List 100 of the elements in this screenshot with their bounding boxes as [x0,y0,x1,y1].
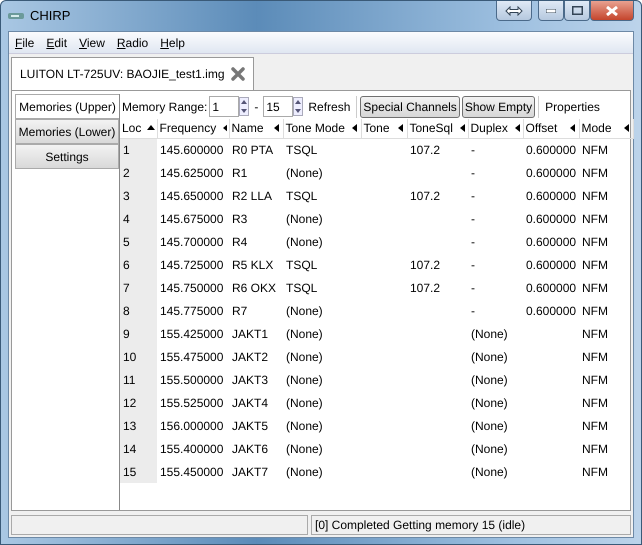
close-button[interactable] [590,1,634,21]
table-cell: 11 [123,372,136,386]
table-cell: - [471,280,475,294]
table-cell: (None) [471,418,508,432]
table-cell: - [471,166,475,180]
table-cell: R1 [232,166,248,180]
table-cell: 0.600000 [526,280,576,294]
minimize-button[interactable] [538,1,564,21]
menu-item[interactable]: Radio [110,34,154,52]
table-cell: 155.425000 [160,326,224,340]
table-cell: 107.2 [410,258,440,272]
side-tab[interactable]: Settings [15,144,119,169]
column-header[interactable]: Tone [364,119,390,138]
table-cell: 0.600000 [526,188,576,202]
table-cell: (None) [286,372,323,386]
special-channels-button[interactable]: Special Channels [360,96,460,118]
sort-left-icon[interactable] [350,124,358,132]
table-cell: 107.2 [410,188,440,202]
table-cell: - [471,258,475,272]
table-cell: NFM [582,234,608,248]
table-cell: NFM [582,326,608,340]
column-header[interactable]: Tone Mode [286,119,345,138]
table-cell: 107.2 [410,280,440,294]
table-cell: R7 [232,304,248,318]
table-cell: NFM [582,464,608,478]
table-cell: TSQL [286,188,318,202]
minimize-icon [546,8,556,12]
column-header[interactable]: Mode [582,119,612,138]
spin-arrows-icon[interactable] [239,97,250,116]
table-cell: JAKT4 [232,396,268,410]
table-cell: (None) [286,166,323,180]
table-cell: 155.500000 [160,372,224,386]
table-cell: (None) [471,372,508,386]
table-cell: JAKT5 [232,418,268,432]
table-cell: JAKT2 [232,350,268,364]
table-cell: JAKT7 [232,464,268,478]
sort-left-icon[interactable] [458,124,466,132]
table-cell: NFM [582,418,608,432]
table-cell: JAKT1 [232,326,268,340]
side-tab[interactable]: Memories (Upper) [15,94,119,119]
properties-button[interactable]: Properties [542,96,603,116]
table-cell: 155.475000 [160,350,224,364]
table-cell: 145.600000 [160,142,224,157]
menu-item[interactable]: Help [154,34,191,52]
menu-item[interactable]: View [73,34,111,52]
range-separator: - [253,98,260,116]
maximize-button[interactable] [564,1,590,21]
sort-left-icon[interactable] [222,124,226,132]
sort-left-icon[interactable] [568,124,576,132]
column-header[interactable]: Frequency [160,119,216,138]
table-cell: 107.2 [410,142,440,157]
table-cell: NFM [582,372,608,386]
spin-field[interactable]: 1 [209,96,240,117]
resize-button[interactable] [496,1,532,21]
column-header[interactable]: Loc [122,119,142,138]
table-cell: 7 [123,280,130,294]
table-cell: (None) [286,212,323,226]
table-cell: 155.450000 [160,464,224,478]
show-empty-button[interactable]: Show Empty [462,96,536,118]
table-cell: (None) [286,442,323,456]
sort-left-icon[interactable] [514,124,520,132]
table-cell: - [471,304,475,318]
table-cell: 145.750000 [160,280,224,294]
table-cell: (None) [286,304,323,318]
table-cell: 10 [123,350,136,364]
file-tab[interactable]: LUITON LT-725UV: BAOJIE_test1.img [11,57,254,90]
table-cell: 0.600000 [526,212,576,226]
sort-left-icon[interactable] [396,124,404,132]
table-cell: R2 LLA [232,188,272,202]
close-icon[interactable] [230,67,245,81]
refresh-button[interactable]: Refresh [305,96,354,116]
close-icon [606,6,618,16]
column-header[interactable]: Name [232,119,264,138]
side-tab[interactable]: Memories (Lower) [15,119,119,144]
menu-item[interactable]: File [9,34,40,52]
column-header[interactable]: Duplex [470,119,508,138]
range-label: Memory Range: [122,98,208,116]
sort-left-icon[interactable] [622,124,630,132]
table-cell: - [471,142,475,157]
table-cell: 6 [123,258,130,272]
table-cell: 9 [123,326,130,340]
sort-up-icon[interactable] [147,124,154,132]
table-cell: NFM [582,280,608,294]
table-cell: (None) [471,326,508,340]
column-header[interactable]: Offset [526,119,558,138]
spin-arrows-icon[interactable] [293,97,304,116]
double-arrow-icon [505,6,523,16]
table-cell: 12 [123,396,136,410]
table-cell: R0 PTA [232,142,274,157]
table-cell: NFM [582,212,608,226]
table-cell: 156.000000 [160,418,224,432]
window-title: CHIRP [30,7,70,26]
table-cell: JAKT3 [232,372,268,386]
table-cell: - [471,234,475,248]
sort-left-icon[interactable] [272,124,280,132]
table-cell: R5 KLX [232,258,274,272]
spin-field[interactable]: 15 [263,96,294,117]
menu-item[interactable]: Edit [40,34,74,52]
column-header[interactable]: ToneSql [410,119,453,138]
table-cell: (None) [286,396,323,410]
